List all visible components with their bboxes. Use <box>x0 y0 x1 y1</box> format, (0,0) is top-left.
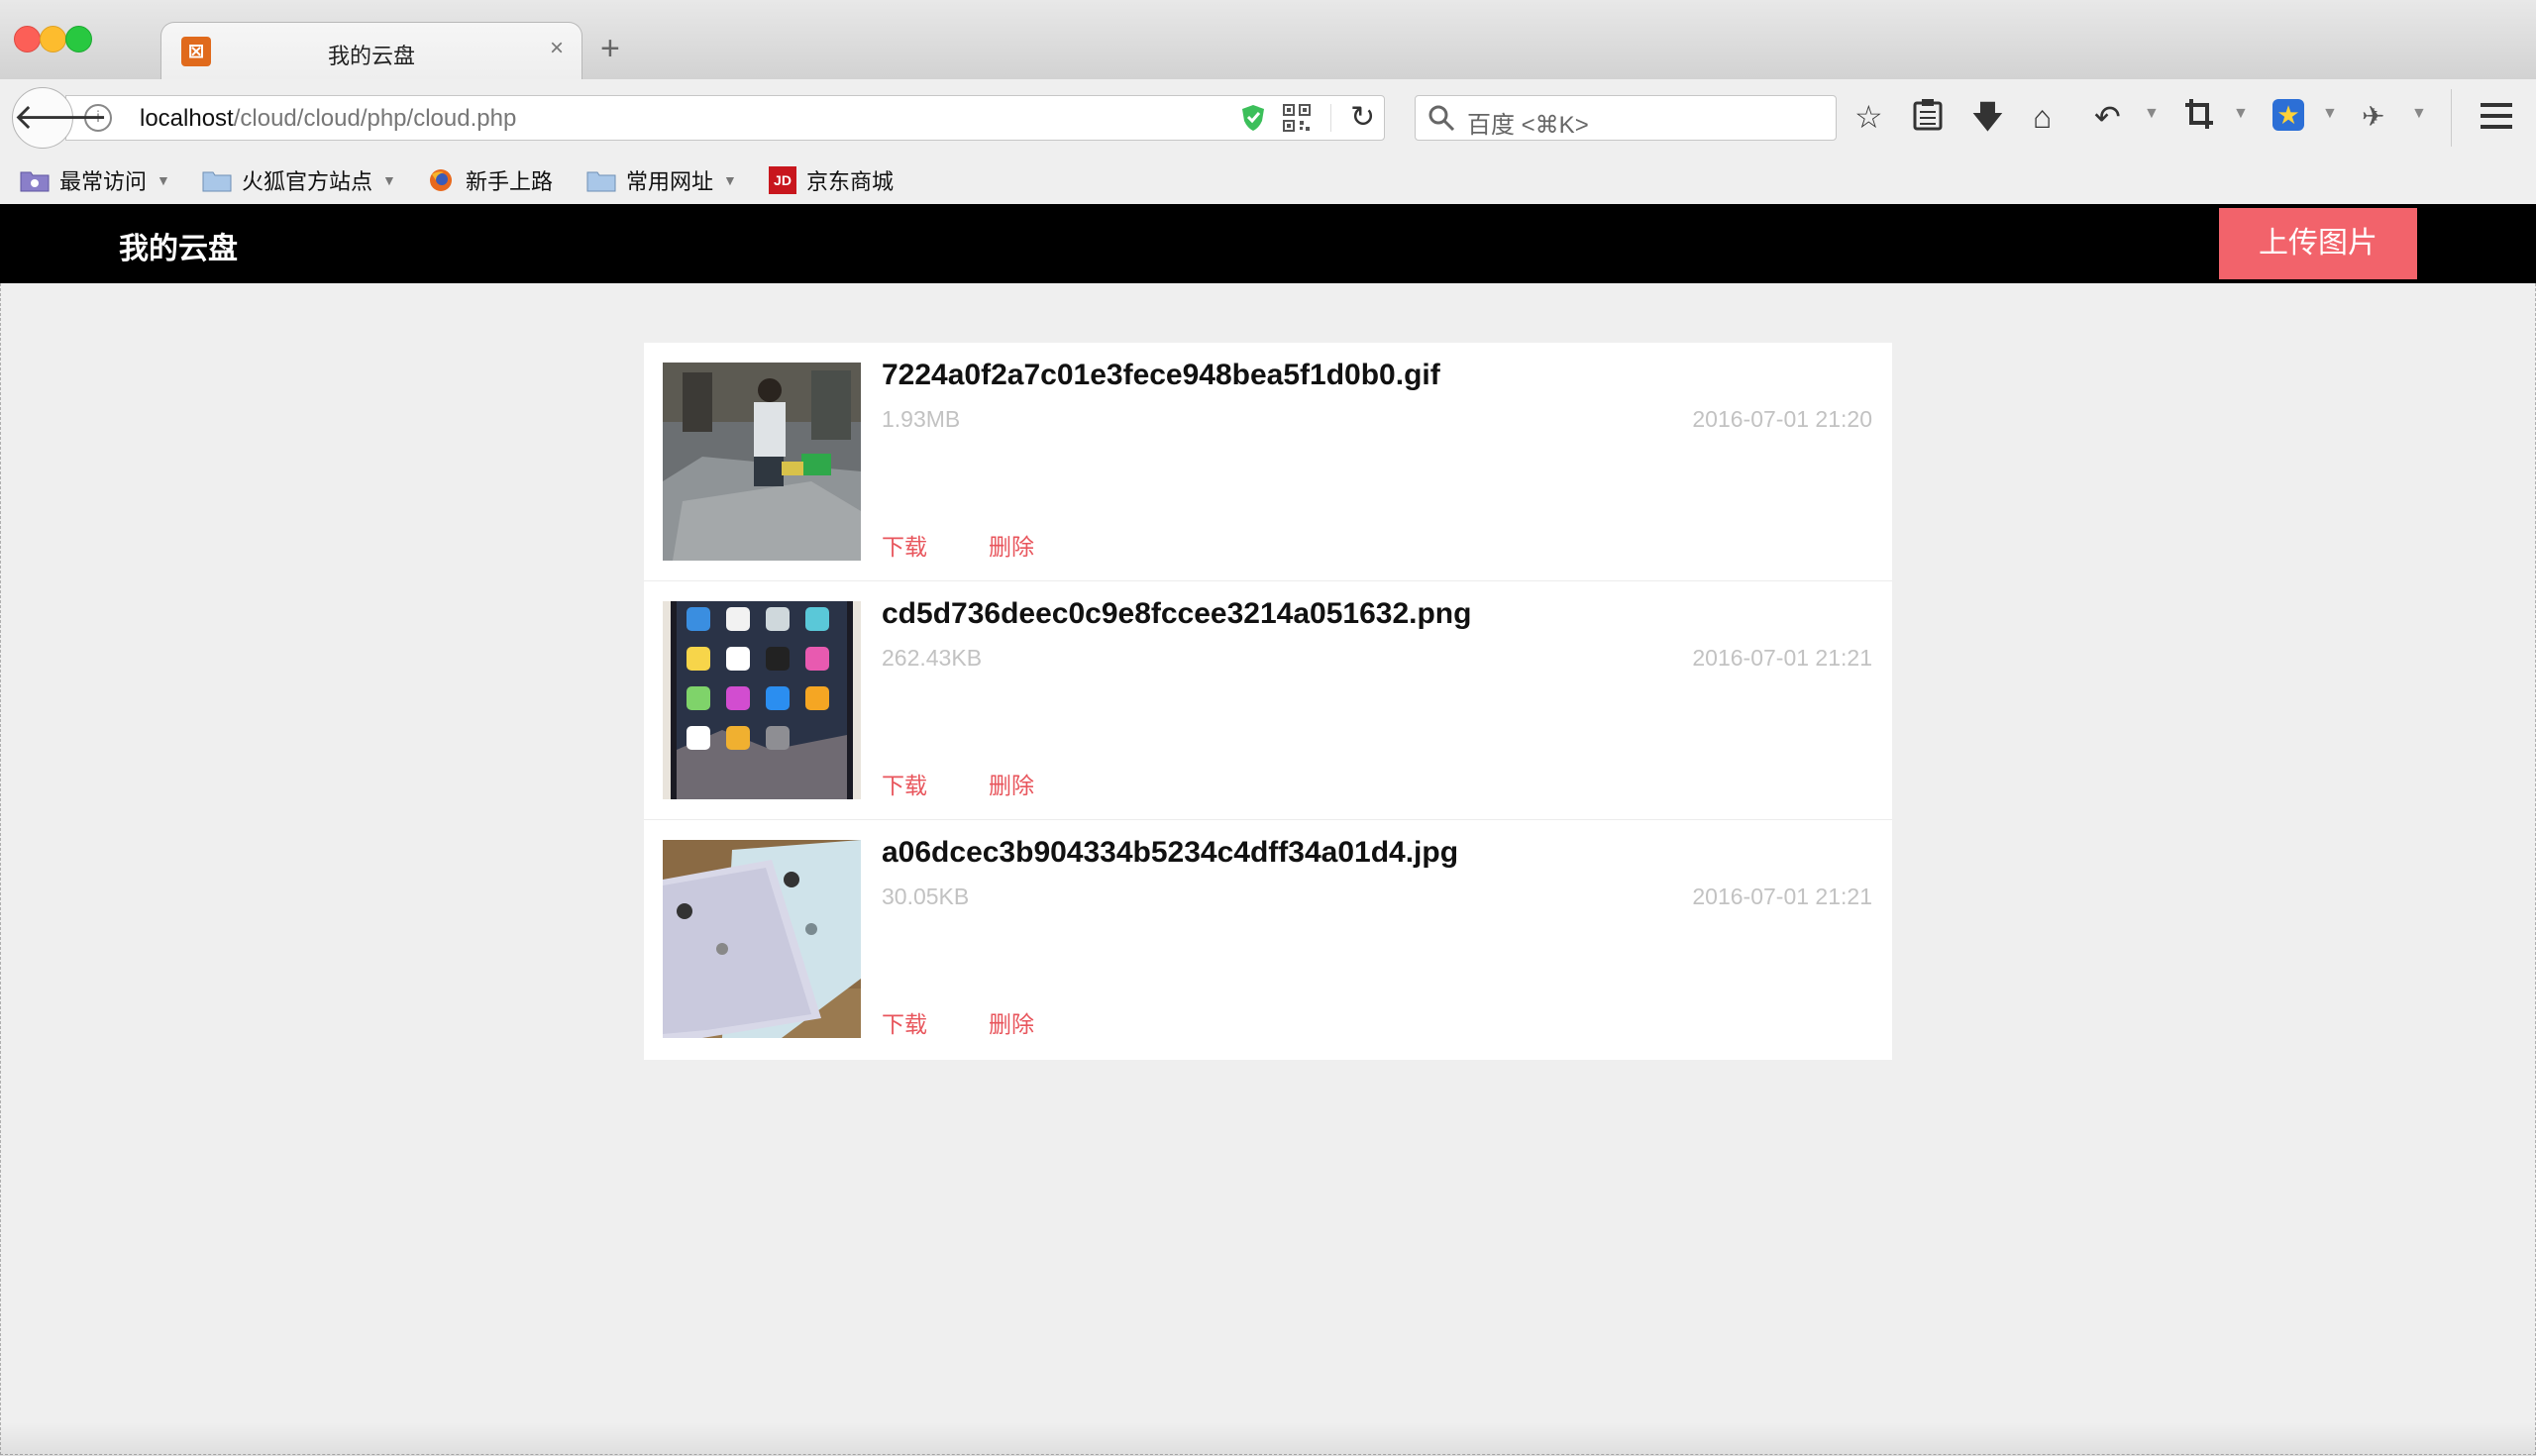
new-tab-button[interactable]: + <box>600 30 620 68</box>
file-date: 2016-07-01 21:21 <box>1692 645 1872 671</box>
reading-list-icon[interactable] <box>1912 97 1944 133</box>
chevron-down-icon: ▼ <box>157 172 170 188</box>
bookmark-label: 新手上路 <box>466 169 554 194</box>
delete-link[interactable]: 删除 <box>989 767 1034 800</box>
file-name: 7224a0f2a7c01e3fece948bea5f1d0b0.gif <box>882 359 1440 391</box>
back-button[interactable]: 🡐 <box>12 87 109 149</box>
download-link[interactable]: 下载 <box>882 528 927 562</box>
file-size: 30.05KB <box>882 884 970 909</box>
extension-dropdown-icon[interactable]: ▼ <box>2411 105 2427 123</box>
file-date: 2016-07-01 21:20 <box>1692 406 1872 432</box>
bookmark-label: 京东商城 <box>806 169 895 194</box>
file-row: 7224a0f2a7c01e3fece948bea5f1d0b0.gif 1.9… <box>644 343 1892 581</box>
url-bar[interactable]: i localhost/cloud/cloud/php/cloud.php ↻ <box>65 95 1385 141</box>
download-link[interactable]: 下载 <box>882 767 927 800</box>
download-link[interactable]: 下载 <box>882 1005 927 1039</box>
chevron-down-icon: ▼ <box>723 172 737 188</box>
bookmark-getting-started[interactable]: 新手上路 <box>426 162 553 198</box>
undo-icon[interactable]: ↶ <box>2094 99 2121 135</box>
folder-icon <box>586 171 616 192</box>
bookmark-label: 常用网址 <box>626 169 714 194</box>
smart-folder-icon <box>20 171 50 192</box>
bottom-shadow <box>0 1422 2536 1456</box>
search-placeholder: 百度 <⌘K> <box>1467 112 1589 139</box>
download-icon[interactable]: 🡇 <box>1971 99 2004 135</box>
app-title: 我的云盘 <box>119 233 238 265</box>
page-content: 我的云盘 上传图片 7224a0f2a7c01e3fece948bea5f1d0… <box>0 204 2536 1456</box>
bookmark-star-icon[interactable]: ☆ <box>1854 99 1883 135</box>
tab-active[interactable]: ⊠ 我的云盘 × <box>160 22 582 80</box>
crop-icon[interactable] <box>2183 97 2215 133</box>
file-list: 7224a0f2a7c01e3fece948bea5f1d0b0.gif 1.9… <box>644 343 1892 1060</box>
file-size: 262.43KB <box>882 645 983 671</box>
hamburger-menu-icon[interactable] <box>2481 101 2512 131</box>
file-date: 2016-07-01 21:21 <box>1692 884 1872 909</box>
url-path: /cloud/cloud/php/cloud.php <box>233 105 517 132</box>
bookmarks-toolbar: 最常访问 ▼ 火狐官方站点 ▼ 新手上路 常用网址 ▼ JD 京东商城 <box>0 156 2536 205</box>
favorites-dropdown-icon[interactable]: ▼ <box>2322 105 2338 123</box>
file-thumbnail <box>663 601 861 799</box>
folder-icon <box>202 171 232 192</box>
close-window-button[interactable] <box>14 26 41 52</box>
crop-dropdown-icon[interactable]: ▼ <box>2233 105 2249 123</box>
delete-link[interactable]: 删除 <box>989 1005 1034 1039</box>
file-size: 1.93MB <box>882 406 961 432</box>
title-bar: ⊠ 我的云盘 × + <box>0 0 2536 80</box>
file-name: cd5d736deec0c9e8fccee3214a051632.png <box>882 597 1472 630</box>
navigation-toolbar: i localhost/cloud/cloud/php/cloud.php ↻ … <box>0 79 2536 156</box>
file-name: a06dcec3b904334b5234c4dff34a01d4.jpg <box>882 836 1459 869</box>
extension-icon[interactable]: ✈ <box>2362 99 2384 135</box>
delete-link[interactable]: 删除 <box>989 528 1034 562</box>
search-icon <box>1428 105 1455 132</box>
file-row: cd5d736deec0c9e8fccee3214a051632.png 262… <box>644 581 1892 820</box>
bookmark-label: 火狐官方站点 <box>242 169 373 194</box>
firefox-icon <box>430 169 452 191</box>
file-thumbnail <box>663 840 861 1038</box>
reload-icon[interactable]: ↻ <box>1350 100 1375 135</box>
file-thumbnail <box>663 363 861 561</box>
chevron-down-icon: ▼ <box>382 172 396 188</box>
undo-dropdown-icon[interactable]: ▼ <box>2144 105 2160 123</box>
bookmark-firefox-sites[interactable]: 火狐官方站点 ▼ <box>202 162 396 198</box>
minimize-window-button[interactable] <box>40 26 66 52</box>
tab-close-icon[interactable]: × <box>550 35 564 62</box>
bookmark-most-visited[interactable]: 最常访问 ▼ <box>20 162 170 198</box>
file-row: a06dcec3b904334b5234c4dff34a01d4.jpg 30.… <box>644 820 1892 1060</box>
qr-code-icon[interactable] <box>1283 104 1311 132</box>
home-icon[interactable]: ⌂ <box>2033 99 2052 135</box>
jd-icon: JD <box>769 166 796 194</box>
tab-title: 我的云盘 <box>327 44 415 68</box>
browser-chrome: ⊠ 我的云盘 × + i localhost/cloud/cloud/php/c… <box>0 0 2536 205</box>
bookmark-jd[interactable]: JD 京东商城 <box>769 162 894 198</box>
search-bar[interactable]: 百度 <⌘K> <box>1415 95 1837 141</box>
app-header: 我的云盘 上传图片 <box>0 204 2536 283</box>
url-host: localhost <box>140 105 234 132</box>
bookmark-common-sites[interactable]: 常用网址 ▼ <box>586 162 737 198</box>
shield-icon[interactable] <box>1241 104 1265 132</box>
maximize-window-button[interactable] <box>65 26 92 52</box>
url-text[interactable]: localhost/cloud/cloud/php/cloud.php <box>140 105 516 133</box>
bookmark-label: 最常访问 <box>59 169 148 194</box>
favorites-star-icon[interactable]: ★ <box>2272 99 2304 131</box>
upload-image-button[interactable]: 上传图片 <box>2219 208 2417 279</box>
toolbar-separator <box>2451 89 2452 147</box>
url-separator <box>1330 104 1331 132</box>
